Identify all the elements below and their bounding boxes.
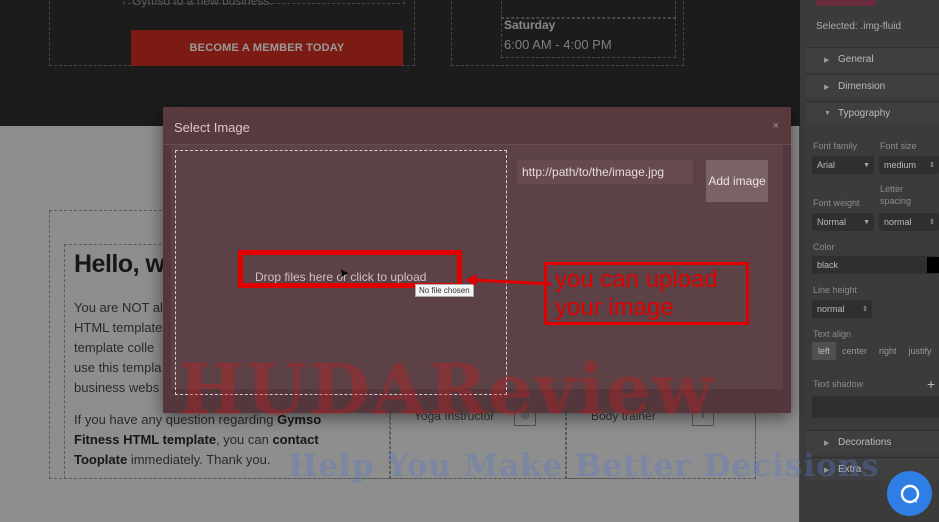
font-weight-select[interactable]: Normal ▼ — [812, 213, 874, 231]
watermark-tagline: Help You Make Better Decisions — [288, 448, 880, 484]
font-size-label: Font size — [880, 141, 917, 151]
caret-right-icon: ▶ — [824, 56, 830, 64]
color-label: Color — [813, 242, 835, 252]
line-height-value: normal — [817, 304, 845, 314]
line-height-label: Line height — [813, 285, 858, 295]
font-size-input[interactable]: medium ⇕ — [879, 156, 939, 174]
line-height-input[interactable]: normal ⇕ — [812, 300, 872, 318]
close-icon[interactable]: × — [773, 120, 779, 132]
chevron-down-icon: ▼ — [863, 161, 870, 169]
pointer-cursor-icon: ➤ — [339, 266, 350, 280]
chat-icon — [900, 484, 919, 503]
color-input[interactable]: black — [812, 256, 939, 274]
letter-spacing-input[interactable]: normal ⇕ — [879, 213, 939, 231]
align-center-option[interactable]: center — [836, 342, 873, 360]
style-manager-content: Selected: .img-fluid ▶ General ▶ Dimension… — [806, 0, 939, 522]
font-family-value: Arial — [817, 160, 836, 170]
chevron-down-icon: ▼ — [863, 218, 870, 226]
stepper-icon: ⇕ — [929, 162, 935, 169]
stepper-icon: ⇕ — [862, 306, 868, 313]
caret-right-icon: ▶ — [824, 83, 830, 91]
annotation-callout: you can upload your image — [544, 262, 749, 325]
text-align-options: left center right justify — [812, 342, 938, 360]
align-left-option[interactable]: left — [812, 342, 837, 360]
align-right-option[interactable]: right — [873, 342, 903, 360]
text-align-label: Text align — [813, 329, 852, 339]
caret-down-icon: ▼ — [824, 110, 831, 117]
color-swatch[interactable] — [927, 257, 939, 273]
add-shadow-icon[interactable]: + — [927, 376, 935, 392]
font-family-select[interactable]: Arial ▼ — [812, 156, 874, 174]
modal-header: Select Image × — [163, 107, 791, 145]
font-size-value: medium — [884, 160, 917, 170]
section-label: Decorations — [838, 437, 892, 448]
align-justify-option[interactable]: justify — [903, 342, 938, 360]
modal-title: Select Image — [174, 120, 250, 135]
selected-label: Selected: .img-fluid — [816, 21, 902, 32]
image-url-input[interactable] — [517, 160, 693, 184]
annotation-arrow-icon — [465, 274, 552, 286]
font-weight-value: Normal — [817, 217, 847, 227]
section-typography[interactable]: ▼ Typography — [806, 101, 939, 125]
selector-chip[interactable] — [816, 0, 876, 6]
section-dimension[interactable]: ▶ Dimension — [806, 74, 939, 98]
text-shadow-label: Text shadow — [813, 379, 864, 389]
highlight-box — [238, 250, 462, 288]
section-label: Dimension — [838, 81, 886, 92]
section-label: Typography — [838, 108, 891, 119]
watermark-logo: HUDAReview — [178, 348, 715, 431]
help-chat-button[interactable] — [887, 471, 932, 516]
stepper-icon: ⇕ — [929, 219, 935, 226]
add-image-button[interactable]: Add image — [706, 160, 768, 202]
section-general[interactable]: ▶ General — [806, 47, 939, 71]
font-family-label: Font family — [813, 141, 858, 151]
color-value: black — [817, 260, 839, 270]
letter-spacing-value: normal — [884, 217, 912, 227]
font-weight-label: Font weight — [813, 198, 860, 208]
caret-right-icon: ▶ — [824, 439, 830, 447]
text-shadow-list — [812, 396, 939, 418]
letter-spacing-label: Letter spacing — [880, 184, 912, 206]
section-label: General — [838, 54, 874, 65]
